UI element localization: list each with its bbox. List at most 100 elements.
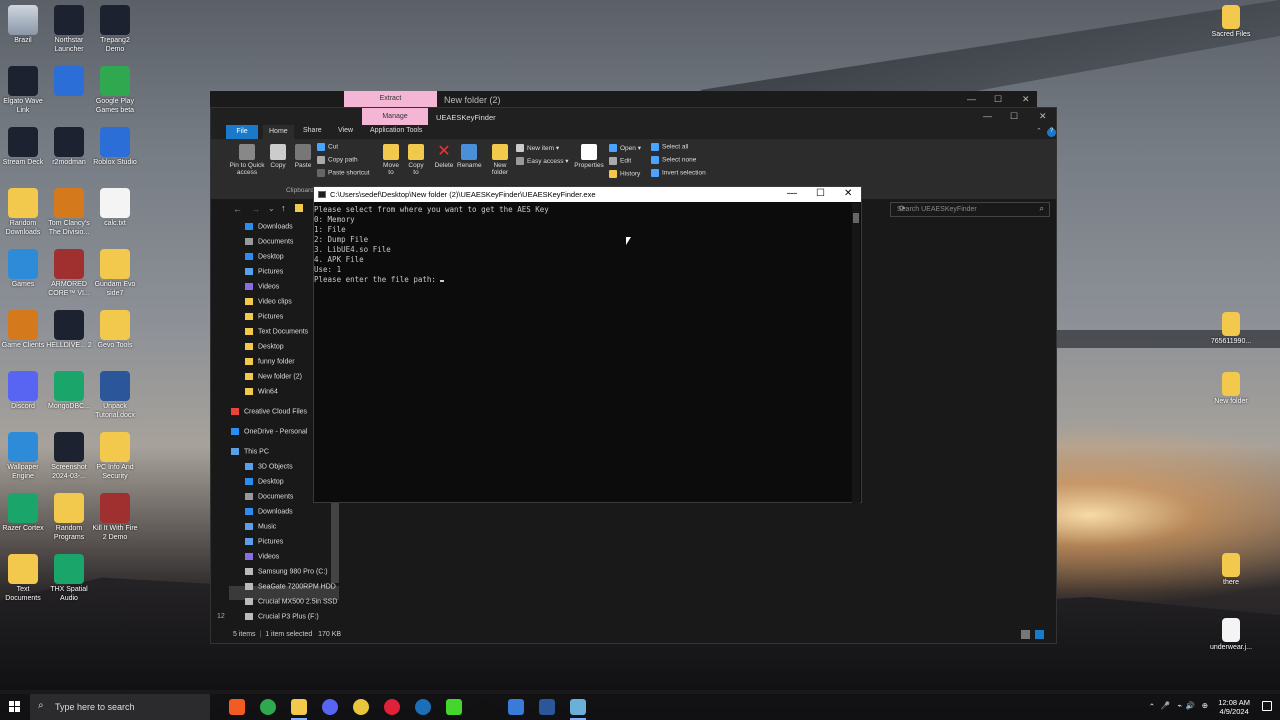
console-title-bar[interactable]: C:\Users\sedef\Desktop\New folder (2)\UE… [314, 187, 861, 202]
history-button[interactable]: History [609, 170, 640, 178]
cut-button[interactable]: Cut [317, 143, 338, 151]
edit-button[interactable]: Edit [609, 157, 631, 165]
desktop-icon-item[interactable]: Gevo Tools [91, 310, 139, 351]
console-output[interactable]: Please select from where you want to get… [314, 205, 549, 285]
nav-item[interactable]: Videos [245, 553, 279, 560]
nav-item[interactable]: funny folder [245, 358, 295, 365]
brave-icon[interactable] [229, 699, 245, 715]
desktop-icon-item[interactable]: ARMORED CORE™ VI... [45, 249, 93, 298]
desktop-icon-item[interactable]: Brazil [0, 5, 47, 46]
desktop-icon-item[interactable]: Razer Cortex [0, 493, 47, 534]
desktop-icon-item[interactable]: Northstar Launcher [45, 5, 93, 54]
usb-icon[interactable]: ⌁ [1177, 701, 1182, 710]
desktop-icon-item[interactable]: r2modman [45, 127, 93, 168]
nav-item[interactable]: Desktop [245, 478, 284, 485]
copy-button[interactable]: Copy [269, 144, 287, 169]
file-explorer-icon[interactable] [291, 699, 307, 715]
steam-icon[interactable] [415, 699, 431, 715]
nav-item[interactable]: New folder (2) [245, 373, 302, 380]
nav-item[interactable]: Downloads [245, 223, 293, 230]
desktop-icon-item[interactable]: New folder [1207, 372, 1255, 407]
word-icon[interactable] [539, 699, 555, 715]
taskbar-search-input[interactable]: ⌕ Type here to search [30, 694, 210, 720]
windows-start-icon[interactable] [9, 701, 21, 713]
notifications-icon[interactable] [1262, 701, 1272, 711]
console-close-button[interactable]: ✕ [844, 188, 852, 199]
chrome-icon[interactable] [353, 699, 369, 715]
search-input[interactable]: Search UEAESKeyFinder [890, 202, 1050, 217]
network-icon[interactable]: ⊕ [1202, 701, 1208, 710]
explorer-title-bar[interactable]: Manage UEAESKeyFinder — ☐ ✕ [211, 108, 1056, 125]
desktop-icon-item[interactable]: calc.txt [91, 188, 139, 229]
select-none-button[interactable]: Select none [651, 156, 696, 164]
nav-item[interactable]: Documents [245, 238, 293, 245]
desktop-icon-item[interactable]: Tom Clancy's The Divisio... [45, 188, 93, 237]
desktop-icon-item[interactable]: Random Downloads [0, 188, 47, 237]
nav-item[interactable]: Desktop [245, 253, 284, 260]
new-item-button[interactable]: New item ▾ [516, 144, 559, 153]
nav-item[interactable]: Win64 [245, 388, 278, 395]
nav-item[interactable]: Desktop [245, 343, 284, 350]
console-scroll-thumb[interactable] [853, 213, 859, 223]
maximize-button[interactable]: ☐ [994, 94, 1002, 105]
properties-button[interactable]: Properties [573, 144, 605, 169]
nav-item[interactable]: Music [245, 523, 276, 530]
open-button[interactable]: Open ▾ [609, 144, 641, 153]
desktop-icon-item[interactable]: Elgato Wave Link [0, 66, 47, 115]
desktop-icon-item[interactable]: Sacred Files [1207, 5, 1255, 40]
desktop-icon-item[interactable]: Google Play Games beta [91, 66, 139, 115]
desktop-icon-item[interactable]: Text Documents [0, 554, 47, 603]
tab-file[interactable]: File [226, 125, 258, 139]
minimize-button[interactable]: — [967, 94, 976, 104]
desktop-icon-item[interactable]: Gundam Evo side7 [91, 249, 139, 298]
extract-context-tab[interactable]: Extract [344, 91, 437, 107]
volume-icon[interactable]: 🔊 [1186, 701, 1195, 710]
copy-path-button[interactable]: Copy path [317, 156, 358, 164]
easy-access-button[interactable]: Easy access ▾ [516, 157, 569, 166]
invert-selection-button[interactable]: Invert selection [651, 169, 706, 177]
up-arrow-icon[interactable]: ↑ [281, 203, 286, 213]
new-folder-button[interactable]: New folder [489, 144, 511, 176]
desktop-icon-item[interactable]: Screenshot 2024-03-... [45, 432, 93, 481]
desktop-icon-item[interactable]: Stream Deck [0, 127, 47, 168]
desktop-icon-item[interactable]: 765611990... [1207, 312, 1255, 347]
desktop-icon-item[interactable]: MongoDBC... [45, 371, 93, 412]
desktop-icon-item[interactable]: PC Info And Security [91, 432, 139, 481]
wave-icon[interactable] [477, 699, 493, 715]
desktop-icon-item[interactable]: underwear.j... [1207, 618, 1255, 653]
nav-item[interactable]: Pictures [245, 313, 283, 320]
move-to-button[interactable]: Move to [381, 144, 401, 176]
microphone-icon[interactable]: 🎤 [1161, 701, 1170, 710]
nav-item[interactable]: Videos [245, 283, 279, 290]
select-all-button[interactable]: Select all [651, 143, 688, 151]
app-icon[interactable] [508, 699, 524, 715]
tab-home[interactable]: Home [263, 125, 294, 139]
help-icon[interactable]: ? [1047, 128, 1056, 137]
console-window[interactable]: C:\Users\sedef\Desktop\New folder (2)\UE… [313, 186, 862, 503]
console-scrollbar[interactable] [852, 203, 860, 503]
close-button[interactable]: ✕ [1039, 111, 1047, 122]
nav-item[interactable]: SeaGate 7200RPM HDD [245, 583, 336, 590]
desktop-icon-item[interactable]: Wallpaper Engine [0, 432, 47, 481]
taskbar-clock[interactable]: 12:08 AM 4/9/2024 [1218, 698, 1250, 716]
nav-item[interactable]: OneDrive - Personal [231, 428, 307, 435]
paste-button[interactable]: Paste [293, 144, 313, 169]
nav-item[interactable]: Documents [245, 493, 293, 500]
nav-item[interactable]: Crucial P3 Plus (F:) [245, 613, 319, 620]
tab-view[interactable]: View [338, 127, 353, 134]
nav-item[interactable]: Video clips [245, 298, 292, 305]
nav-item[interactable]: This PC [231, 448, 269, 455]
pin-quick-access-button[interactable]: Pin to Quick access [229, 144, 265, 176]
desktop-icon-item[interactable] [45, 66, 93, 98]
terminal-icon[interactable] [570, 699, 586, 715]
desktop-icon-item[interactable]: Trepang2 Demo [91, 5, 139, 54]
nav-item[interactable]: Text Documents [245, 328, 308, 335]
paste-shortcut-button[interactable]: Paste shortcut [317, 169, 370, 177]
nav-item[interactable]: Creative Cloud Files [231, 408, 307, 415]
console-minimize-button[interactable]: — [787, 188, 797, 199]
forward-arrow-icon[interactable]: → [251, 204, 260, 214]
details-view-icon[interactable] [1021, 630, 1030, 639]
nav-item[interactable]: Samsung 980 Pro (C:) [245, 568, 328, 575]
close-button[interactable]: ✕ [1022, 94, 1030, 105]
console-maximize-button[interactable]: ☐ [816, 188, 825, 199]
